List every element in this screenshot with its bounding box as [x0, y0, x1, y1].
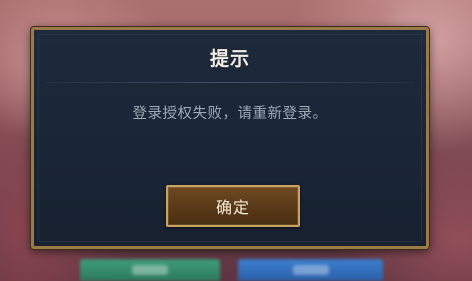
background-button-glyph [292, 265, 329, 275]
alert-dialog: 提示 登录授权失败，请重新登录。 确定 [31, 27, 429, 249]
background-button-glyph [132, 265, 168, 275]
dialog-message: 登录授权失败，请重新登录。 [132, 106, 328, 122]
confirm-button-label: 确定 [215, 198, 250, 217]
confirm-button[interactable]: 确定 [166, 185, 300, 227]
background-blur [90, 0, 390, 30]
dialog-title: 提示 [209, 48, 250, 70]
background-blue-button [238, 259, 383, 281]
background-green-button [80, 259, 220, 281]
title-divider [46, 82, 414, 83]
